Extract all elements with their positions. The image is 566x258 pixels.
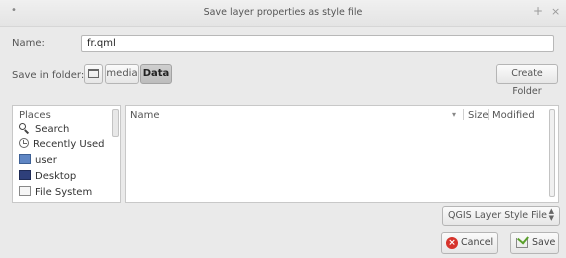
- places-header[interactable]: Places: [19, 110, 51, 121]
- places-sidebar: Places Search Recently Used user Desktop…: [12, 105, 121, 203]
- text-entry-toggle-icon: [88, 69, 99, 78]
- home-folder-icon: [19, 154, 31, 164]
- save-label: Save: [532, 237, 556, 248]
- save-in-folder-label: Save in folder:: [12, 70, 85, 81]
- breadcrumb-media[interactable]: media: [105, 64, 139, 84]
- column-header-size[interactable]: Size: [468, 110, 489, 121]
- cancel-label: Cancel: [461, 237, 494, 248]
- sidebar-item-recently-used[interactable]: Recently Used: [19, 138, 104, 152]
- create-folder-button[interactable]: Create Folder: [496, 64, 558, 97]
- save-button[interactable]: Save: [510, 232, 559, 254]
- column-divider[interactable]: [488, 109, 489, 120]
- sidebar-item-search[interactable]: Search: [19, 123, 69, 137]
- sidebar-item-label: user: [35, 155, 57, 166]
- column-divider[interactable]: [463, 109, 464, 120]
- path-bar-toggle-button[interactable]: [84, 64, 103, 84]
- recent-icon: [19, 138, 29, 148]
- breadcrumb-data[interactable]: Data: [140, 64, 172, 84]
- sort-indicator-icon: ▾: [452, 110, 457, 119]
- sidebar-item-label: Recently Used: [33, 139, 105, 150]
- places-scrollbar[interactable]: [112, 109, 119, 137]
- desktop-icon: [19, 170, 31, 180]
- cancel-icon: ×: [446, 237, 458, 249]
- search-icon: [19, 123, 31, 133]
- sidebar-item-label: Desktop: [35, 171, 77, 182]
- cancel-button[interactable]: × Cancel: [441, 232, 498, 254]
- filesystem-icon: [19, 186, 31, 196]
- filter-selected-value: QGIS Layer Style File: [448, 210, 547, 221]
- sidebar-item-file-system[interactable]: File System: [19, 186, 92, 200]
- file-list-scrollbar[interactable]: [549, 109, 555, 197]
- title-bar: • Save layer properties as style file + …: [0, 0, 566, 27]
- column-header-modified[interactable]: Modified: [492, 110, 535, 121]
- save-icon: [516, 238, 528, 248]
- maximize-icon[interactable]: +: [533, 4, 543, 18]
- sidebar-item-label: Search: [35, 124, 70, 135]
- file-type-filter-select[interactable]: QGIS Layer Style File ▲ ▼: [442, 206, 560, 226]
- close-icon[interactable]: ×: [551, 5, 560, 18]
- window-title: Save layer properties as style file: [203, 7, 363, 18]
- sidebar-item-user[interactable]: user: [19, 154, 57, 168]
- filename-input[interactable]: [81, 35, 554, 52]
- sidebar-item-desktop[interactable]: Desktop: [19, 170, 76, 184]
- spin-arrows-icon: ▲ ▼: [548, 207, 554, 222]
- file-list[interactable]: Name ▾ Size Modified: [125, 105, 559, 203]
- sidebar-item-label: File System: [35, 187, 93, 198]
- name-label: Name:: [12, 38, 45, 49]
- column-header-name[interactable]: Name: [130, 110, 160, 121]
